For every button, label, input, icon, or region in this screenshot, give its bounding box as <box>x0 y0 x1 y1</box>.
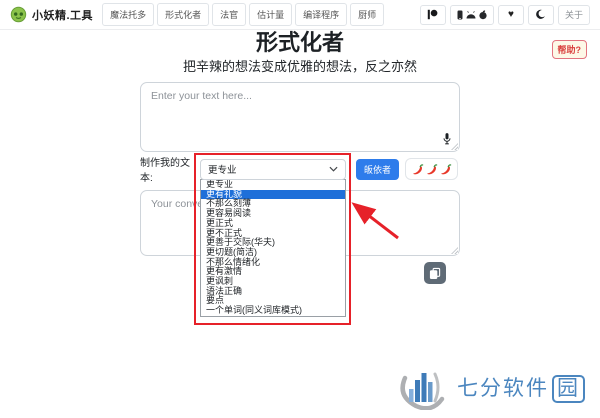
input-area <box>140 82 460 152</box>
brand-name: 小妖精.工具 <box>32 9 94 22</box>
page-title: 形式化者 <box>255 30 344 55</box>
page-subtitle: 把辛辣的想法变成优雅的想法，反之亦然 <box>182 59 417 74</box>
chevron-down-icon <box>329 166 338 172</box>
chili-pepper-icon[interactable] <box>425 163 438 176</box>
about-button[interactable]: 关于 <box>557 4 590 25</box>
nav-item-5[interactable]: 编译程序 <box>295 3 348 26</box>
app-window: 小妖精.工具 魔法托多 形式化者 法官 估计量 编译程序 厨师 ♥ 关于 帮助?… <box>0 0 600 418</box>
brand[interactable]: 小妖精.工具 <box>10 6 93 23</box>
spiciness-control[interactable] <box>405 158 459 180</box>
top-navbar: 小妖精.工具 魔法托多 形式化者 法官 估计量 编译程序 厨师 ♥ 关于 <box>0 0 600 30</box>
convert-button[interactable]: 皈依者 <box>356 158 400 180</box>
nav-tabs: 魔法托多 形式化者 法官 估计量 编译程序 厨师 <box>102 3 385 26</box>
tone-select-value: 更专业 <box>208 165 237 176</box>
controls-row: 制作我的文本: 更专业 皈依者 更专业 更有礼貌 不那么刻薄 更容易阅读 更正式 更不正式… <box>140 153 460 325</box>
heart-icon: ♥ <box>508 8 514 20</box>
help-badge[interactable]: 帮助? <box>551 40 587 59</box>
nav-item-1[interactable]: 魔法托多 <box>102 3 155 26</box>
watermark-logo-icon <box>396 364 448 411</box>
tone-select[interactable]: 更专业 <box>200 158 346 180</box>
moon-icon <box>535 9 546 20</box>
nav-item-4[interactable]: 估计量 <box>249 3 293 26</box>
patreon-icon <box>427 9 438 20</box>
make-text-label: 制作我的文本: <box>140 158 190 184</box>
chili-pepper-icon[interactable] <box>439 163 452 176</box>
about-label: 关于 <box>564 10 583 20</box>
watermark-boxed-char: 园 <box>552 374 585 403</box>
goblin-logo-icon <box>10 6 27 23</box>
mobile-apps-button[interactable] <box>449 4 494 25</box>
apple-icon <box>479 9 487 20</box>
favorite-button[interactable]: ♥ <box>497 4 524 25</box>
nav-item-2[interactable]: 形式化者 <box>157 3 210 26</box>
dropdown-option[interactable]: 一个单词(同义词库模式) <box>201 305 345 316</box>
patreon-button[interactable] <box>419 4 446 25</box>
dark-mode-button[interactable] <box>527 4 554 25</box>
nav-item-3[interactable]: 法官 <box>212 3 247 26</box>
chili-pepper-icon[interactable] <box>411 163 424 176</box>
copy-icon <box>429 267 441 280</box>
watermark-text: 七分软件园 <box>457 372 585 403</box>
watermark: 七分软件园 <box>396 364 585 411</box>
nav-item-6[interactable]: 厨师 <box>350 3 385 26</box>
source-text-input[interactable] <box>140 82 460 152</box>
microphone-icon[interactable] <box>442 132 452 146</box>
copy-button[interactable] <box>424 262 446 284</box>
topbar-actions: ♥ 关于 <box>419 4 590 25</box>
dropdown-list: 更专业 更有礼貌 不那么刻薄 更容易阅读 更正式 更不正式 更善于交际(华夫) 更切题(简洁)… <box>200 179 346 317</box>
phone-icon <box>457 10 463 20</box>
android-icon <box>466 10 476 19</box>
main-content: 形式化者 把辛辣的想法变成优雅的想法，反之亦然 制作我的文本: 更专业 <box>140 30 460 325</box>
